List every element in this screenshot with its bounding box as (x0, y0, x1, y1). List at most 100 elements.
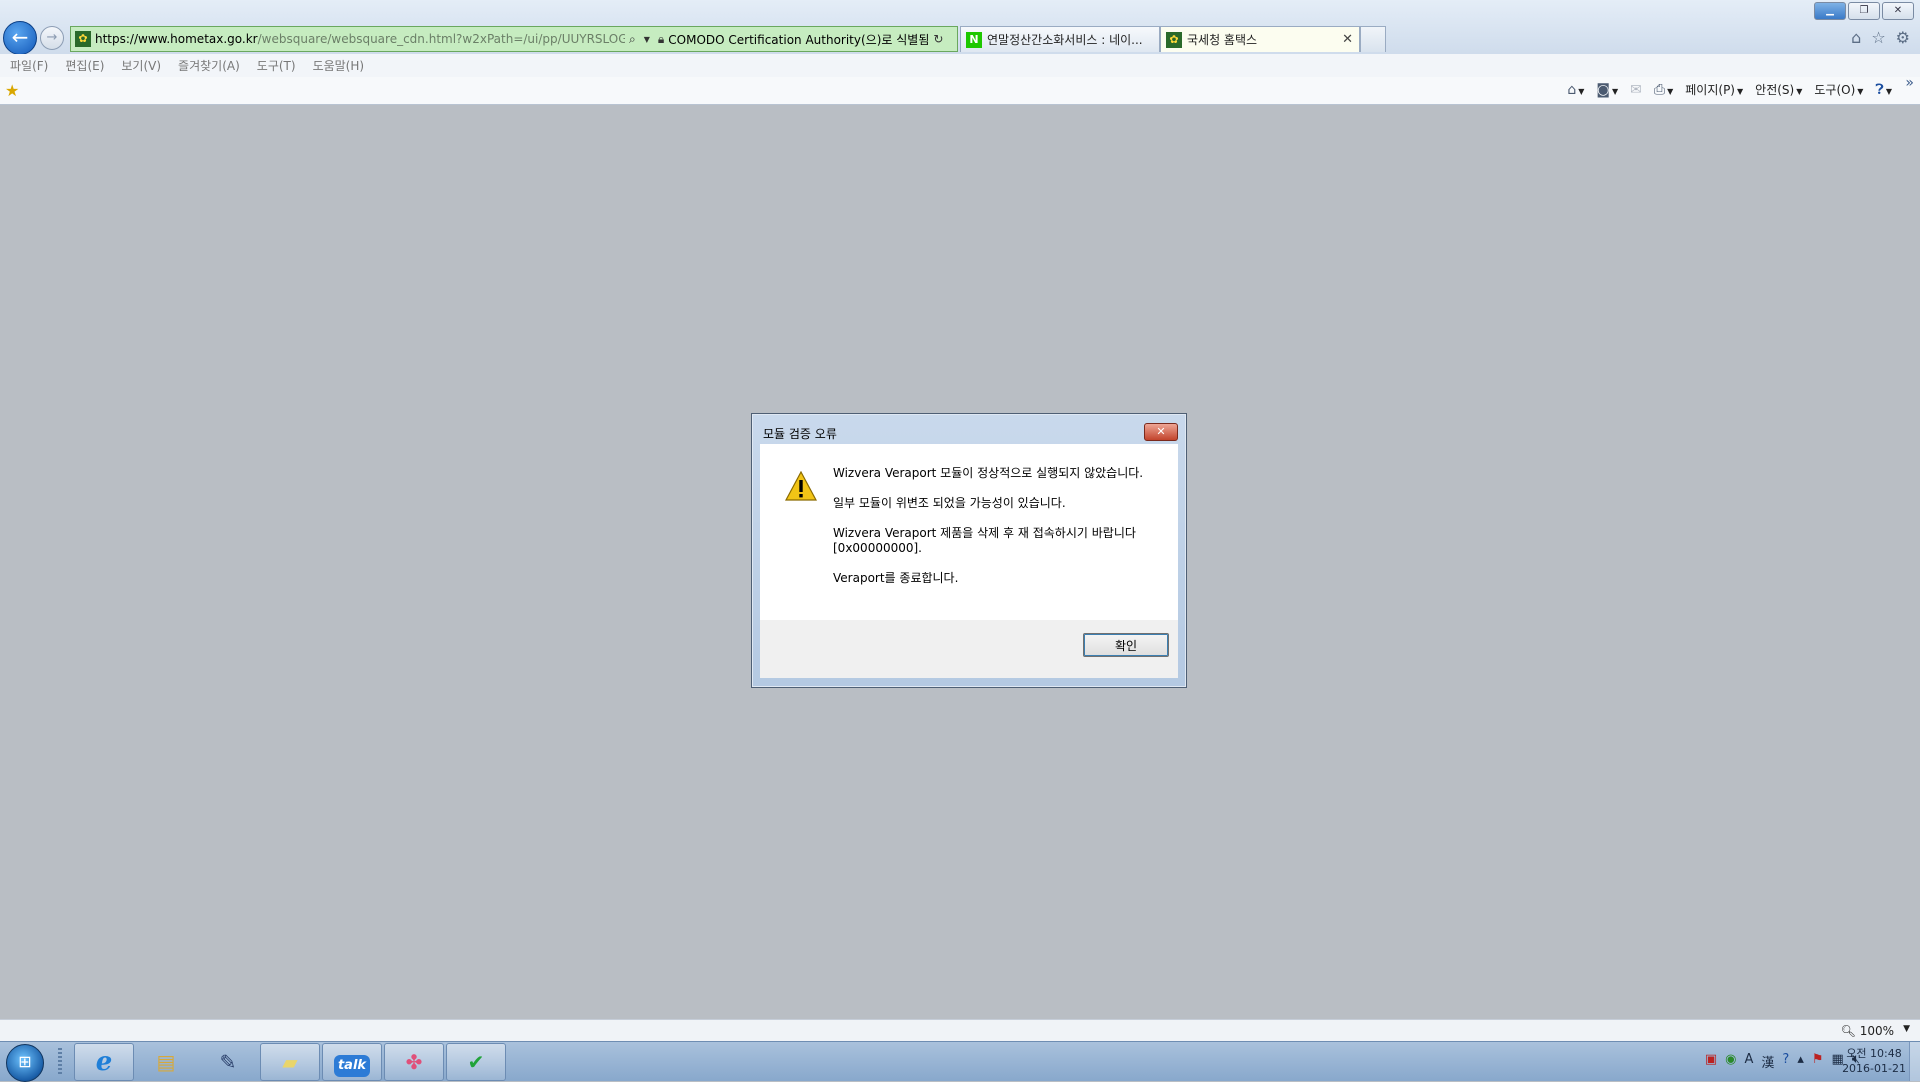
help-command[interactable]: ❓︎ ▼ (1875, 82, 1892, 98)
tab-hometax[interactable]: ✿ 국세청 홈택스 ✕ (1160, 26, 1360, 52)
add-favorites-icon[interactable]: ★ (5, 81, 19, 100)
kakaotalk-icon: talk (333, 1055, 371, 1077)
chevron-down-icon[interactable]: ▼ (644, 35, 650, 44)
menu-edit[interactable]: 편집(E) (65, 57, 104, 74)
ime-a-icon[interactable]: A (1744, 1052, 1753, 1071)
forward-button[interactable]: → (40, 26, 64, 50)
browser-titlebar: ▁ ❐ ✕ ← → ✿ https://www.hometax.go.kr/we… (0, 0, 1920, 55)
app-dots-icon: ✤ (405, 1050, 423, 1074)
show-desktop-button[interactable] (1909, 1042, 1920, 1081)
chevron-down-icon: ▼ (1885, 86, 1892, 96)
arrow-right-icon: → (46, 30, 58, 45)
menu-help[interactable]: 도움말(H) (313, 57, 365, 74)
dialog-body: Wizvera Veraport 모듈이 정상적으로 실행되지 않았습니다. 일… (760, 444, 1178, 620)
taskbar-veraport[interactable]: ✔ (446, 1043, 506, 1081)
clock-time: 오전 10:48 (1846, 1047, 1902, 1060)
refresh-icon[interactable]: ↻ (933, 32, 943, 46)
menu-favorites[interactable]: 즐겨찾기(A) (178, 57, 240, 74)
chevron-down-icon: ▼ (1612, 86, 1619, 96)
dialog-message-line-3: Wizvera Veraport 제품을 삭제 후 재 접속하시기 바랍니다 (833, 526, 1136, 540)
warning-icon (785, 471, 817, 501)
home-icon[interactable]: ⌂ (1851, 28, 1861, 47)
taskbar-file-explorer[interactable]: ▤ (136, 1043, 196, 1081)
taskbar-kakaotalk[interactable]: talk (322, 1043, 382, 1081)
dialog-message-line-1: Wizvera Veraport 모듈이 정상적으로 실행되지 않았습니다. (833, 466, 1144, 480)
taskbar-notepad[interactable]: ✎ (198, 1043, 258, 1081)
close-window-button[interactable]: ✕ (1882, 2, 1914, 20)
menu-view[interactable]: 보기(V) (121, 57, 161, 74)
ok-button[interactable]: 확인 (1083, 633, 1169, 657)
gear-icon[interactable]: ⚙ (1896, 28, 1910, 47)
zoom-level[interactable]: 🔍︎ 100% (1841, 1024, 1894, 1038)
chevron-down-icon[interactable]: ▼ (1903, 1024, 1910, 1034)
address-url[interactable]: https://www.hometax.go.kr/websquare/webs… (95, 32, 625, 46)
start-button[interactable]: ⊞ (6, 1044, 44, 1082)
module-verification-error-dialog: 모듈 검증 오류 ✕ Wizvera Veraport 모듈이 정상적으로 실행… (751, 413, 1187, 688)
minimize-button[interactable]: ▁ (1814, 2, 1846, 20)
dialog-title: 모듈 검증 오류 (763, 427, 837, 441)
more-commands-icon[interactable]: » (1905, 75, 1914, 91)
chevron-down-icon: ▼ (1578, 86, 1585, 96)
certificate-label[interactable]: COMODO Certification Authority(으)로 식별됨 (668, 31, 929, 48)
print-command[interactable]: ⎙ ▼ (1654, 82, 1673, 98)
rss-feed-icon: ◙ (1596, 81, 1611, 98)
taskbar: ⊞ e ▤ ✎ ▰ talk ✤ ✔ ▣ ◉ A 漢 ? ▴ ⚑ ▦ 🔇︎ 오전… (0, 1041, 1920, 1082)
dialog-close-button[interactable]: ✕ (1144, 423, 1178, 441)
arrow-left-icon: ← (11, 25, 29, 49)
favorites-star-icon[interactable]: ☆ (1871, 28, 1885, 47)
tab-label: 연말정산간소화서비스 : 네이... (987, 33, 1143, 47)
window-controls: ▁ ❐ ✕ (1814, 2, 1914, 20)
ime-hanja-icon[interactable]: 漢 (1761, 1052, 1774, 1071)
chevron-down-icon: ▼ (1796, 87, 1803, 96)
lock-icon[interactable]: 🔒︎ (658, 32, 664, 47)
pdf-tray-icon[interactable]: ▣ (1705, 1052, 1717, 1071)
flag-icon[interactable]: ⚑ (1812, 1052, 1824, 1071)
feeds-command[interactable]: ◙ ▼ (1596, 82, 1618, 98)
dialog-message-line-4: Veraport를 종료합니다. (833, 571, 959, 585)
printer-icon: ⎙ (1653, 81, 1666, 98)
windows-logo-icon: ⊞ (18, 1052, 32, 1071)
hometax-favicon-icon: ✿ (1166, 31, 1182, 48)
taskbar-app-dots[interactable]: ✤ (384, 1043, 444, 1081)
tools-command[interactable]: 도구(O) ▼ (1814, 81, 1863, 98)
restore-button[interactable]: ❐ (1848, 2, 1880, 20)
tab-close-icon[interactable]: ✕ (1342, 32, 1353, 47)
menu-tools[interactable]: 도구(T) (257, 57, 296, 74)
taskbar-sticky-notes[interactable]: ▰ (260, 1043, 320, 1081)
address-bar[interactable]: ✿ https://www.hometax.go.kr/websquare/we… (70, 26, 958, 52)
back-button[interactable]: ← (3, 21, 37, 55)
file-explorer-icon: ▤ (156, 1050, 176, 1074)
notepad-icon: ✎ (219, 1050, 237, 1074)
taskbar-clock[interactable]: 오전 10:48 2016-01-21 (1842, 1046, 1906, 1076)
safety-command[interactable]: 안전(S) ▼ (1755, 81, 1802, 98)
taskbar-internet-explorer[interactable]: e (74, 1043, 134, 1081)
help-icon: ❓︎ (1875, 81, 1884, 98)
naver-favicon-icon: N (966, 31, 982, 48)
clock-date: 2016-01-21 (1842, 1062, 1906, 1075)
menu-file[interactable]: 파일(F) (10, 57, 48, 74)
security-tray-icon[interactable]: ◉ (1725, 1052, 1736, 1071)
home-icon: ⌂ (1567, 81, 1577, 98)
tab-naver[interactable]: N 연말정산간소화서비스 : 네이... (960, 26, 1160, 52)
help-tray-icon[interactable]: ? (1782, 1052, 1789, 1071)
mail-icon[interactable]: ✉ (1630, 82, 1642, 98)
status-bar: 🔍︎ 100% ▼ (0, 1019, 1920, 1042)
close-icon: ✕ (1156, 425, 1166, 438)
dialog-error-code: [0x00000000]. (833, 541, 922, 555)
system-tray: ▣ ◉ A 漢 ? ▴ ⚑ ▦ 🔇︎ (1705, 1052, 1860, 1071)
dialog-message-line-2: 일부 모듈이 위변조 되었을 가능성이 있습니다. (833, 496, 1066, 510)
sticky-notes-icon: ▰ (282, 1050, 298, 1074)
tray-overflow-icon[interactable]: ▴ (1797, 1052, 1804, 1071)
home-command[interactable]: ⌂ ▼ (1567, 82, 1584, 98)
tab-label: 국세청 홈택스 (1187, 33, 1258, 47)
search-icon[interactable]: ⌕ (629, 32, 636, 47)
new-tab-button[interactable] (1360, 26, 1386, 52)
chevron-down-icon: ▼ (1737, 87, 1744, 96)
command-buttons: ⌂ ▼ ◙ ▼ ✉ ⎙ ▼ 페이지(P) ▼ 안전(S) ▼ 도구(O) ▼ ❓︎ ▼ (1567, 81, 1892, 98)
browser-right-icons: ⌂ ☆ ⚙ (1851, 28, 1910, 47)
dialog-footer: 확인 (760, 620, 1178, 678)
command-bar: ★ ⌂ ▼ ◙ ▼ ✉ ⎙ ▼ 페이지(P) ▼ 안전(S) ▼ 도구(O) ▼ ❓︎ ▼ » (0, 75, 1920, 105)
chevron-down-icon: ▼ (1857, 87, 1864, 96)
page-command[interactable]: 페이지(P) ▼ (1685, 81, 1743, 98)
zoom-icon: 🔍︎ (1840, 1024, 1856, 1038)
